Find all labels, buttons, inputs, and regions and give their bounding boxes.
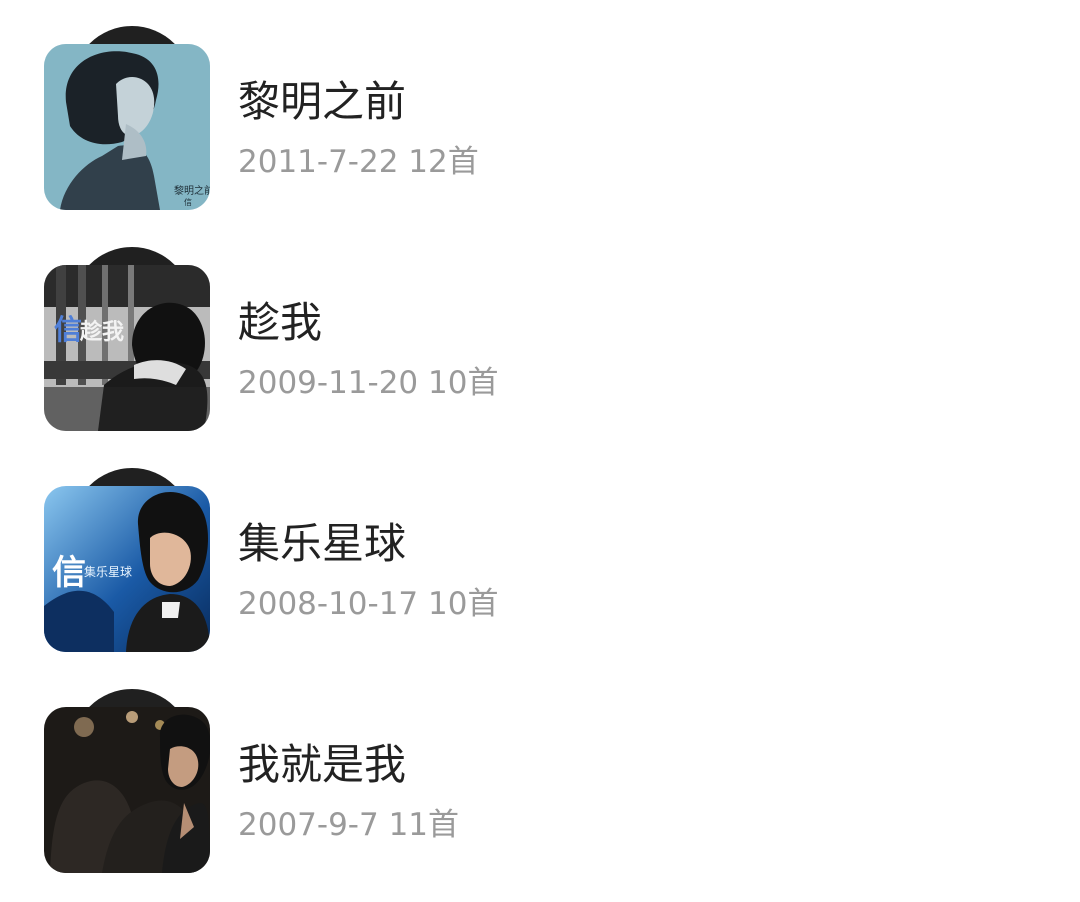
- album-title: 趁我: [238, 298, 323, 347]
- cover-art: 黎明之前 信: [44, 44, 210, 210]
- album-item-1[interactable]: 黎明之前 信 黎明之前 2011-7-22 12首: [0, 26, 1080, 226]
- cover-art: 信 趁我: [44, 265, 210, 431]
- track-count: 12首: [408, 144, 479, 180]
- album-item-4[interactable]: 我就是我 2007-9-7 11首: [0, 689, 1080, 889]
- album-title: 我就是我: [238, 740, 407, 789]
- cover-art-image: 信 集乐星球: [44, 486, 210, 652]
- svg-text:黎明之前: 黎明之前: [174, 184, 210, 197]
- album-meta: 2008-10-17 10首: [238, 584, 498, 624]
- album-list: 黎明之前 信 黎明之前 2011-7-22 12首 信 趁我 趁我 2009-1…: [0, 0, 1080, 902]
- album-item-2[interactable]: 信 趁我 趁我 2009-11-20 10首: [0, 247, 1080, 447]
- release-date: 2011-7-22: [238, 144, 399, 180]
- svg-text:趁我: 趁我: [79, 319, 124, 345]
- album-cover-2[interactable]: 信 趁我: [44, 247, 210, 433]
- release-date: 2007-9-7: [238, 807, 379, 843]
- track-count: 10首: [428, 586, 499, 622]
- svg-text:信: 信: [52, 553, 86, 593]
- cover-art: 信 集乐星球: [44, 486, 210, 652]
- cover-art-image: 黎明之前 信: [44, 44, 210, 210]
- album-cover-4[interactable]: [44, 689, 210, 875]
- album-item-3[interactable]: 信 集乐星球 集乐星球 2008-10-17 10首: [0, 468, 1080, 668]
- album-cover-3[interactable]: 信 集乐星球: [44, 468, 210, 654]
- album-title: 集乐星球: [238, 519, 407, 568]
- track-count: 10首: [428, 365, 499, 401]
- album-meta: 2009-11-20 10首: [238, 363, 498, 403]
- svg-text:集乐星球: 集乐星球: [84, 564, 132, 579]
- album-title: 黎明之前: [238, 77, 407, 126]
- cover-art: [44, 707, 210, 873]
- svg-text:信: 信: [54, 313, 82, 346]
- release-date: 2009-11-20: [238, 365, 419, 401]
- cover-art-image: 信 趁我: [44, 265, 210, 431]
- cover-art-image: [44, 707, 210, 873]
- album-meta: 2007-9-7 11首: [238, 805, 459, 845]
- album-meta: 2011-7-22 12首: [238, 142, 479, 182]
- svg-text:信: 信: [184, 197, 192, 207]
- release-date: 2008-10-17: [238, 586, 419, 622]
- track-count: 11首: [388, 807, 460, 843]
- album-cover-1[interactable]: 黎明之前 信: [44, 26, 210, 212]
